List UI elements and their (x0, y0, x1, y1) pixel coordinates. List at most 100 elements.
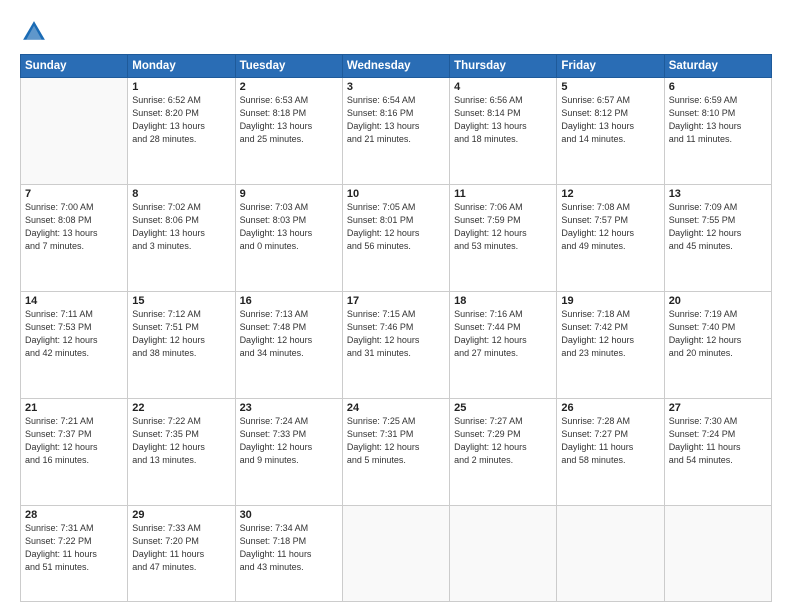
calendar-cell: 25Sunrise: 7:27 AM Sunset: 7:29 PM Dayli… (450, 398, 557, 505)
day-number: 6 (669, 81, 767, 93)
day-number: 5 (561, 81, 659, 93)
day-info: Sunrise: 7:09 AM Sunset: 7:55 PM Dayligh… (669, 201, 767, 253)
day-info: Sunrise: 7:22 AM Sunset: 7:35 PM Dayligh… (132, 415, 230, 467)
calendar-day-header: Saturday (664, 55, 771, 78)
day-number: 18 (454, 295, 552, 307)
day-info: Sunrise: 7:06 AM Sunset: 7:59 PM Dayligh… (454, 201, 552, 253)
day-number: 4 (454, 81, 552, 93)
calendar-day-header: Thursday (450, 55, 557, 78)
calendar-cell: 16Sunrise: 7:13 AM Sunset: 7:48 PM Dayli… (235, 291, 342, 398)
calendar-cell: 29Sunrise: 7:33 AM Sunset: 7:20 PM Dayli… (128, 505, 235, 602)
day-number: 8 (132, 188, 230, 200)
day-info: Sunrise: 7:28 AM Sunset: 7:27 PM Dayligh… (561, 415, 659, 467)
day-number: 19 (561, 295, 659, 307)
day-info: Sunrise: 7:00 AM Sunset: 8:08 PM Dayligh… (25, 201, 123, 253)
day-number: 15 (132, 295, 230, 307)
day-info: Sunrise: 7:12 AM Sunset: 7:51 PM Dayligh… (132, 308, 230, 360)
calendar-week-row: 1Sunrise: 6:52 AM Sunset: 8:20 PM Daylig… (21, 78, 772, 185)
day-info: Sunrise: 7:05 AM Sunset: 8:01 PM Dayligh… (347, 201, 445, 253)
logo-icon (20, 18, 48, 46)
day-info: Sunrise: 6:54 AM Sunset: 8:16 PM Dayligh… (347, 94, 445, 146)
day-number: 17 (347, 295, 445, 307)
day-number: 9 (240, 188, 338, 200)
calendar-cell: 28Sunrise: 7:31 AM Sunset: 7:22 PM Dayli… (21, 505, 128, 602)
calendar-cell: 13Sunrise: 7:09 AM Sunset: 7:55 PM Dayli… (664, 184, 771, 291)
day-number: 2 (240, 81, 338, 93)
calendar-cell: 24Sunrise: 7:25 AM Sunset: 7:31 PM Dayli… (342, 398, 449, 505)
calendar-cell: 15Sunrise: 7:12 AM Sunset: 7:51 PM Dayli… (128, 291, 235, 398)
day-info: Sunrise: 7:21 AM Sunset: 7:37 PM Dayligh… (25, 415, 123, 467)
day-info: Sunrise: 7:15 AM Sunset: 7:46 PM Dayligh… (347, 308, 445, 360)
calendar-day-header: Friday (557, 55, 664, 78)
calendar-day-header: Sunday (21, 55, 128, 78)
calendar-cell: 4Sunrise: 6:56 AM Sunset: 8:14 PM Daylig… (450, 78, 557, 185)
day-number: 10 (347, 188, 445, 200)
day-number: 12 (561, 188, 659, 200)
calendar-cell: 8Sunrise: 7:02 AM Sunset: 8:06 PM Daylig… (128, 184, 235, 291)
day-number: 13 (669, 188, 767, 200)
day-info: Sunrise: 7:13 AM Sunset: 7:48 PM Dayligh… (240, 308, 338, 360)
day-number: 25 (454, 402, 552, 414)
day-number: 7 (25, 188, 123, 200)
day-info: Sunrise: 7:08 AM Sunset: 7:57 PM Dayligh… (561, 201, 659, 253)
calendar-cell: 22Sunrise: 7:22 AM Sunset: 7:35 PM Dayli… (128, 398, 235, 505)
page: SundayMondayTuesdayWednesdayThursdayFrid… (0, 0, 792, 612)
day-info: Sunrise: 7:34 AM Sunset: 7:18 PM Dayligh… (240, 522, 338, 574)
calendar-cell (21, 78, 128, 185)
day-number: 27 (669, 402, 767, 414)
day-number: 16 (240, 295, 338, 307)
calendar-cell: 5Sunrise: 6:57 AM Sunset: 8:12 PM Daylig… (557, 78, 664, 185)
day-number: 11 (454, 188, 552, 200)
calendar-cell: 11Sunrise: 7:06 AM Sunset: 7:59 PM Dayli… (450, 184, 557, 291)
day-info: Sunrise: 6:57 AM Sunset: 8:12 PM Dayligh… (561, 94, 659, 146)
day-info: Sunrise: 7:18 AM Sunset: 7:42 PM Dayligh… (561, 308, 659, 360)
day-info: Sunrise: 7:31 AM Sunset: 7:22 PM Dayligh… (25, 522, 123, 574)
day-number: 30 (240, 509, 338, 521)
day-info: Sunrise: 7:03 AM Sunset: 8:03 PM Dayligh… (240, 201, 338, 253)
calendar-week-row: 21Sunrise: 7:21 AM Sunset: 7:37 PM Dayli… (21, 398, 772, 505)
calendar-week-row: 14Sunrise: 7:11 AM Sunset: 7:53 PM Dayli… (21, 291, 772, 398)
calendar-week-row: 7Sunrise: 7:00 AM Sunset: 8:08 PM Daylig… (21, 184, 772, 291)
calendar-cell: 19Sunrise: 7:18 AM Sunset: 7:42 PM Dayli… (557, 291, 664, 398)
day-info: Sunrise: 6:52 AM Sunset: 8:20 PM Dayligh… (132, 94, 230, 146)
calendar-cell: 2Sunrise: 6:53 AM Sunset: 8:18 PM Daylig… (235, 78, 342, 185)
calendar-day-header: Tuesday (235, 55, 342, 78)
calendar-cell: 3Sunrise: 6:54 AM Sunset: 8:16 PM Daylig… (342, 78, 449, 185)
day-info: Sunrise: 6:56 AM Sunset: 8:14 PM Dayligh… (454, 94, 552, 146)
day-info: Sunrise: 7:16 AM Sunset: 7:44 PM Dayligh… (454, 308, 552, 360)
calendar-cell: 20Sunrise: 7:19 AM Sunset: 7:40 PM Dayli… (664, 291, 771, 398)
day-info: Sunrise: 7:27 AM Sunset: 7:29 PM Dayligh… (454, 415, 552, 467)
calendar-cell: 23Sunrise: 7:24 AM Sunset: 7:33 PM Dayli… (235, 398, 342, 505)
calendar-cell: 12Sunrise: 7:08 AM Sunset: 7:57 PM Dayli… (557, 184, 664, 291)
calendar-cell: 27Sunrise: 7:30 AM Sunset: 7:24 PM Dayli… (664, 398, 771, 505)
calendar-cell (664, 505, 771, 602)
day-info: Sunrise: 7:19 AM Sunset: 7:40 PM Dayligh… (669, 308, 767, 360)
calendar-cell: 21Sunrise: 7:21 AM Sunset: 7:37 PM Dayli… (21, 398, 128, 505)
calendar-cell (450, 505, 557, 602)
day-number: 1 (132, 81, 230, 93)
header (20, 18, 772, 46)
calendar-cell (342, 505, 449, 602)
day-number: 14 (25, 295, 123, 307)
day-number: 22 (132, 402, 230, 414)
day-info: Sunrise: 7:30 AM Sunset: 7:24 PM Dayligh… (669, 415, 767, 467)
day-info: Sunrise: 6:53 AM Sunset: 8:18 PM Dayligh… (240, 94, 338, 146)
calendar-cell: 6Sunrise: 6:59 AM Sunset: 8:10 PM Daylig… (664, 78, 771, 185)
calendar-cell: 1Sunrise: 6:52 AM Sunset: 8:20 PM Daylig… (128, 78, 235, 185)
day-number: 3 (347, 81, 445, 93)
calendar-cell: 14Sunrise: 7:11 AM Sunset: 7:53 PM Dayli… (21, 291, 128, 398)
calendar-cell: 26Sunrise: 7:28 AM Sunset: 7:27 PM Dayli… (557, 398, 664, 505)
calendar-cell: 30Sunrise: 7:34 AM Sunset: 7:18 PM Dayli… (235, 505, 342, 602)
day-number: 23 (240, 402, 338, 414)
calendar-cell: 7Sunrise: 7:00 AM Sunset: 8:08 PM Daylig… (21, 184, 128, 291)
day-number: 20 (669, 295, 767, 307)
day-info: Sunrise: 7:25 AM Sunset: 7:31 PM Dayligh… (347, 415, 445, 467)
day-info: Sunrise: 7:11 AM Sunset: 7:53 PM Dayligh… (25, 308, 123, 360)
day-number: 28 (25, 509, 123, 521)
logo (20, 18, 52, 46)
calendar-cell (557, 505, 664, 602)
day-number: 24 (347, 402, 445, 414)
day-number: 29 (132, 509, 230, 521)
day-number: 21 (25, 402, 123, 414)
calendar-week-row: 28Sunrise: 7:31 AM Sunset: 7:22 PM Dayli… (21, 505, 772, 602)
